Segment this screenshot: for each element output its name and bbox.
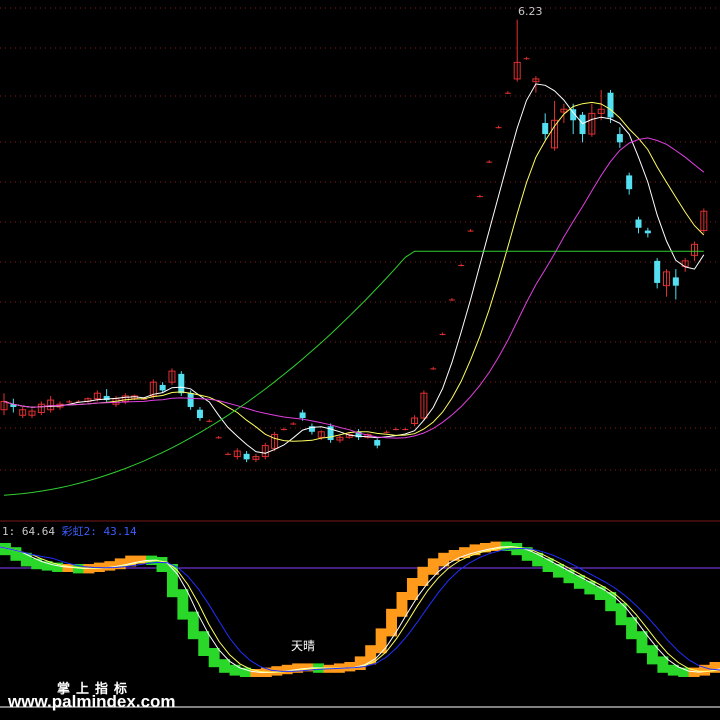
indicator-bar-18: [177, 589, 189, 620]
candle-body-49: [458, 265, 465, 266]
candle-body-23: [215, 437, 222, 439]
indicator-bar-28: [281, 664, 293, 675]
candle-body-51: [476, 196, 483, 198]
candle-body-58: [542, 123, 549, 135]
candle-body-22: [206, 420, 213, 422]
candle-body-17: [159, 384, 166, 391]
indicator-bar-23: [229, 664, 241, 676]
candle-body-54: [504, 92, 511, 94]
candle-body-66: [616, 134, 623, 143]
indicator-value-2: 彩虹2: 43.14: [61, 525, 137, 538]
candle-body-32: [299, 412, 306, 418]
indicator-bar-19: [187, 611, 199, 640]
candle-body-65: [607, 92, 614, 118]
indicator-bar-7: [62, 564, 74, 572]
indicator-bar-44: [448, 550, 460, 561]
indicator-bar-34: [344, 662, 356, 672]
indicator-bar-58: [594, 586, 606, 600]
indicator-bar-56: [573, 575, 585, 589]
indicator-bar-16: [156, 557, 168, 572]
candle-body-47: [439, 333, 446, 335]
ma-line-20: [3, 137, 705, 439]
candle-body-42: [392, 429, 399, 431]
candle-body-21: [196, 409, 203, 418]
indicator-bar-57: [584, 580, 596, 595]
candle-body-46: [430, 368, 437, 370]
indicator-bar-40: [406, 578, 418, 600]
watermark-url: www.palmindex.com: [8, 692, 176, 711]
indicator-bar-55: [563, 569, 575, 584]
candle-body-40: [374, 440, 381, 446]
indicator-bar-11: [104, 561, 116, 571]
ma-line-60: [3, 250, 704, 496]
candle-body-50: [467, 230, 474, 232]
candle-body-20: [187, 393, 194, 407]
chart-stage: 6.23 1: 64.64 彩虹2: 43.14 天晴 掌上指标 www.pal…: [0, 0, 720, 720]
indicator-bar-22: [219, 659, 231, 673]
candle-body-68: [635, 219, 642, 228]
candle-body-30: [280, 429, 287, 431]
candle-body-70: [654, 260, 661, 283]
indicator-label: 1: 64.64 彩虹2: 43.14: [2, 523, 137, 539]
indicator-bar-41: [417, 566, 429, 586]
indicator-bar-53: [542, 558, 554, 572]
candle-body-19: [178, 373, 185, 394]
indicator-bar-20: [198, 631, 210, 656]
candle-body-62: [579, 114, 586, 135]
indicator-bar-39: [396, 592, 408, 617]
indicator-bar-37: [375, 628, 387, 654]
candle-body-41: [383, 431, 390, 433]
candle-body-43: [402, 429, 409, 431]
indicator-bar-4: [31, 558, 43, 570]
kline-chart: [0, 7, 720, 708]
peak-price-label: 6.23: [518, 5, 543, 18]
candle-body-26: [243, 453, 250, 460]
indicator-bar-63: [646, 645, 658, 665]
candle-body-56: [523, 58, 530, 60]
indicator-annotation: 天晴: [291, 639, 316, 653]
ma-line-10: [3, 101, 705, 442]
indicator-bar-54: [553, 564, 564, 578]
candle-body-67: [626, 175, 633, 190]
candle-body-24: [224, 453, 231, 455]
indicator-bar-38: [386, 608, 398, 637]
candle-body-53: [495, 127, 502, 129]
candle-body-72: [672, 277, 679, 286]
candle-body-31: [290, 423, 297, 425]
candle-body-52: [486, 161, 493, 163]
candle-body-69: [644, 230, 651, 234]
candle-body-48: [448, 299, 455, 301]
indicator-bar-62: [636, 631, 648, 654]
indicator-bar-21: [208, 648, 220, 668]
candle-body-7: [66, 401, 73, 403]
indicator-value-1: 1: 64.64: [2, 525, 55, 538]
